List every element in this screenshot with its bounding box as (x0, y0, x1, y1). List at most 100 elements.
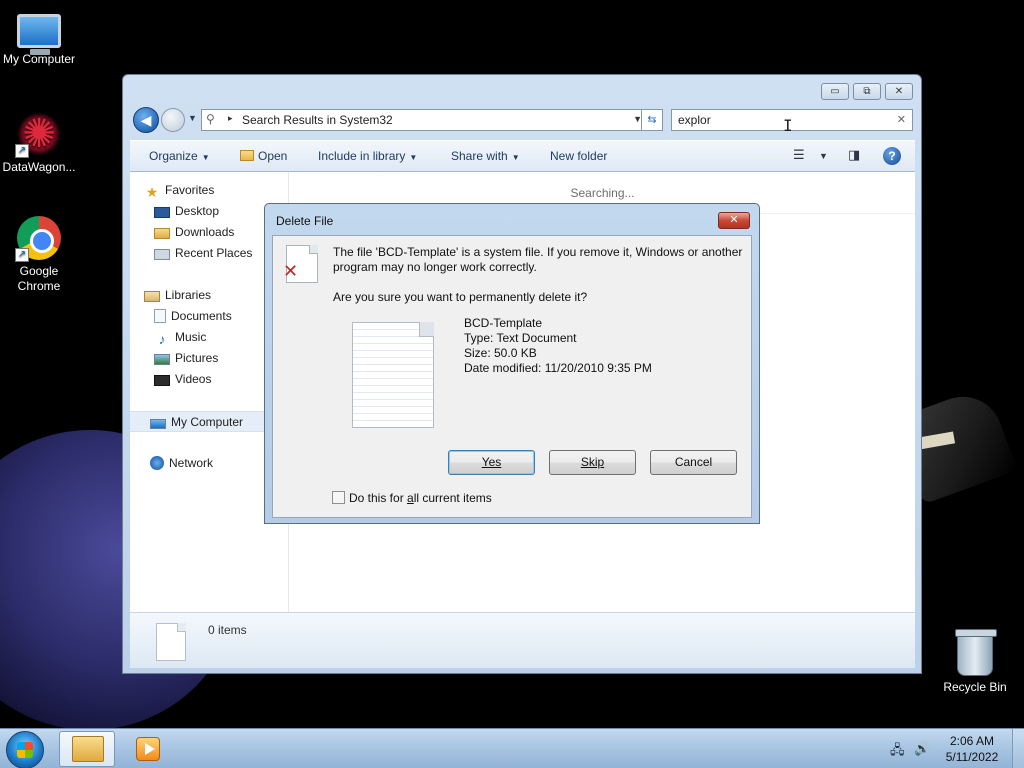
network-tray-icon[interactable]: 🖧 (890, 741, 905, 763)
delete-file-dialog: Delete File ✕ ✕ The file 'BCD-Template' … (264, 203, 760, 524)
search-icon: ⚲ (206, 112, 215, 126)
computer-icon (150, 419, 166, 429)
apply-to-all-checkbox[interactable] (332, 491, 345, 504)
document-icon (156, 623, 186, 661)
window-controls: ▭ ⧉ ✕ (821, 83, 913, 100)
file-info: BCD-Template Type: Text Document Size: 5… (464, 316, 652, 376)
share-with-button[interactable]: Share with ▼ (451, 149, 520, 163)
address-text: Search Results in System32 (242, 113, 393, 127)
preview-pane-icon[interactable]: ◨ (848, 147, 860, 163)
text-document-icon (352, 322, 434, 428)
minimize-button[interactable]: ▭ (821, 83, 849, 100)
confirm-question: Are you sure you want to permanently del… (333, 290, 588, 304)
close-button[interactable]: ✕ (885, 83, 913, 100)
desktop-icon-datawagon[interactable]: ↗ DataWagon... (0, 112, 78, 175)
skip-button[interactable]: Skip (549, 450, 636, 475)
chevron-down-icon: ▼ (409, 153, 418, 162)
nav-item-label: Music (175, 330, 207, 344)
recycle-bin-icon (955, 629, 997, 676)
include-in-library-label: Include in library (318, 149, 406, 163)
datawagon-icon: ↗ (15, 112, 61, 158)
address-bar[interactable]: ⚲ ▸ Search Results in System32 ▼ (201, 109, 647, 131)
open-button[interactable]: Open (240, 149, 287, 163)
videos-icon (154, 375, 170, 386)
desktop-icon-recycle-bin[interactable]: Recycle Bin (936, 629, 1014, 695)
taskbar: 🖧 🔊 2:06 AM 5/11/2022 (0, 728, 1024, 768)
skip-label: Skip (580, 455, 605, 469)
dialog-body: ✕ The file 'BCD-Template' is a system fi… (272, 235, 752, 518)
taskbar-media-player-button[interactable] (120, 731, 176, 767)
file-date-modified: Date modified: 11/20/2010 9:35 PM (464, 361, 652, 375)
view-options-icon[interactable]: ☰ (793, 147, 805, 163)
checkbox-label-end: ll current items (413, 491, 492, 505)
desktop-icon-label: DataWagon... (2, 160, 76, 174)
nav-item-label: Network (169, 456, 214, 470)
nav-item-label: Favorites (165, 183, 215, 197)
yes-label: Yes (481, 455, 502, 469)
downloads-folder-icon (154, 228, 170, 239)
desktop-icon (154, 207, 170, 218)
new-folder-label: New folder (550, 149, 608, 163)
cancel-button[interactable]: Cancel (650, 450, 737, 475)
music-icon: ♪ (158, 331, 166, 347)
dialog-title: Delete File (276, 214, 334, 228)
computer-icon (17, 14, 61, 55)
checkbox-label-accel: a (407, 491, 414, 505)
folder-open-icon (240, 150, 254, 161)
explorer-icon (72, 736, 104, 762)
include-in-library-button[interactable]: Include in library ▼ (318, 149, 417, 163)
nav-item-label: Pictures (175, 351, 219, 365)
nav-item-label: My Computer (171, 415, 244, 429)
desktop-icon-my-computer[interactable]: My Computer (0, 8, 78, 67)
show-desktop-button[interactable] (1012, 729, 1024, 768)
maximize-button[interactable]: ⧉ (853, 83, 881, 100)
shortcut-arrow-icon: ↗ (15, 144, 29, 158)
back-button[interactable]: ◀ (133, 107, 159, 133)
network-icon (150, 456, 164, 470)
desktop-icon-chrome[interactable]: ↗ Google Chrome (0, 216, 78, 294)
shortcut-arrow-icon: ↗ (15, 248, 29, 262)
view-dropdown-icon[interactable]: ▼ (819, 151, 828, 161)
cancel-label: Cancel (674, 455, 713, 469)
media-player-icon (136, 737, 160, 761)
file-size: Size: 50.0 KB (464, 346, 537, 360)
forward-button[interactable] (161, 108, 185, 132)
start-button[interactable] (6, 731, 44, 768)
command-bar: Organize ▼ Open Include in library ▼ Share… (130, 140, 915, 172)
desktop-icon-label: Google Chrome (17, 264, 61, 293)
nav-item-favorites[interactable]: ★ Favorites (130, 180, 289, 201)
organize-label: Organize (149, 149, 198, 163)
nav-item-label: Documents (171, 309, 232, 323)
refresh-button[interactable]: ⇆ (641, 109, 663, 131)
documents-icon (154, 309, 166, 323)
taskbar-explorer-button[interactable] (59, 731, 115, 767)
clear-search-button[interactable]: ✕ (897, 113, 906, 126)
libraries-icon (144, 291, 160, 302)
new-folder-button[interactable]: New folder (550, 149, 607, 163)
nav-item-label: Downloads (175, 225, 235, 239)
desktop-icon-label: Recycle Bin (943, 680, 1007, 694)
apply-to-all-checkbox-row[interactable]: Do this for all current items (332, 491, 492, 505)
item-count: 0 items (208, 623, 247, 637)
searching-status: Searching... (570, 186, 635, 200)
chevron-down-icon: ▼ (511, 153, 520, 162)
chrome-icon: ↗ (15, 216, 61, 262)
search-input[interactable] (678, 113, 878, 127)
pictures-icon (154, 354, 170, 365)
yes-button[interactable]: Yes (448, 450, 535, 475)
recent-pages-dropdown[interactable]: ▼ (188, 113, 197, 123)
nav-item-label: Libraries (165, 288, 212, 302)
help-icon[interactable]: ? (883, 147, 901, 165)
details-pane: 0 items (130, 612, 915, 668)
warning-message: The file 'BCD-Template' is a system file… (333, 245, 743, 274)
clock[interactable]: 2:06 AM 5/11/2022 (942, 733, 1002, 765)
checkbox-label-start: Do this for (349, 491, 408, 505)
star-icon: ★ (145, 184, 159, 200)
organize-button[interactable]: Organize ▼ (149, 149, 210, 163)
file-name: BCD-Template (464, 316, 543, 330)
text-cursor-icon: I (783, 116, 793, 135)
dialog-close-button[interactable]: ✕ (718, 212, 750, 229)
nav-item-label: Desktop (175, 204, 220, 218)
volume-icon[interactable]: 🔊 (914, 741, 930, 757)
breadcrumb-separator[interactable]: ▸ (228, 113, 233, 124)
